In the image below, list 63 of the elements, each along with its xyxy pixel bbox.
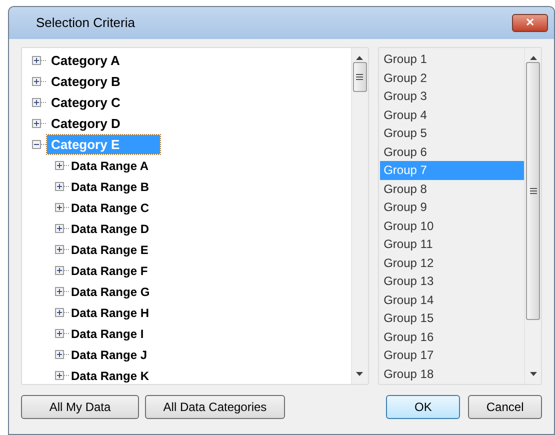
list-item[interactable]: Group 12 (380, 254, 524, 272)
grip-icon (530, 188, 536, 194)
tree-item[interactable]: Data Range A (70, 156, 150, 174)
expand-icon[interactable] (55, 371, 64, 380)
scroll-up-icon[interactable] (530, 56, 536, 60)
expand-icon[interactable] (55, 329, 64, 338)
expand-icon[interactable] (55, 266, 64, 275)
tree-item[interactable]: Data Range H (70, 304, 150, 322)
list-item[interactable]: Group 3 (380, 87, 524, 106)
cancel-button[interactable]: Cancel (468, 395, 542, 419)
expand-icon[interactable] (55, 203, 64, 212)
action-button[interactable]: All Data Categories (145, 395, 285, 419)
list-item[interactable]: Group 4 (380, 106, 524, 124)
scroll-down-icon[interactable] (356, 372, 364, 376)
expand-icon[interactable] (32, 77, 41, 86)
expand-icon[interactable] (55, 245, 64, 254)
tree-item[interactable]: Category B (47, 72, 124, 92)
tree-item[interactable]: Data Range B (70, 178, 150, 196)
scrollbar[interactable] (524, 48, 541, 384)
scroll-up-icon[interactable] (356, 56, 364, 60)
list-item[interactable]: Group 13 (380, 272, 524, 290)
expand-icon[interactable] (55, 308, 64, 317)
list-item[interactable]: Group 18 (380, 364, 524, 383)
collapse-icon[interactable] (32, 140, 41, 149)
list-item[interactable]: Group 14 (380, 290, 524, 309)
scroll-thumb[interactable] (526, 62, 540, 320)
tree-item[interactable]: Data Range F (70, 262, 149, 280)
list-item[interactable]: Group 8 (380, 180, 524, 198)
scroll-thumb[interactable] (352, 62, 367, 92)
action-button[interactable]: All My Data (21, 395, 139, 419)
list-item[interactable]: Group 11 (380, 235, 524, 254)
tree-item[interactable]: Data Range K (70, 366, 150, 384)
list-item[interactable]: Group 15 (380, 309, 524, 328)
expand-icon[interactable] (32, 98, 41, 107)
list-item[interactable]: Group 17 (380, 346, 524, 364)
tree-item[interactable]: Data Range D (70, 220, 150, 238)
expand-icon[interactable] (55, 182, 64, 191)
list-item[interactable]: Group 9 (380, 198, 524, 216)
scrollbar[interactable] (350, 48, 368, 384)
expand-icon[interactable] (32, 56, 41, 65)
tree-item[interactable]: Data Range E (70, 240, 150, 258)
list-item[interactable]: Group 5 (380, 124, 524, 142)
scroll-down-icon[interactable] (530, 372, 536, 376)
list-item[interactable]: Group 16 (380, 328, 524, 346)
expand-icon[interactable] (55, 287, 64, 296)
expand-icon[interactable] (55, 224, 64, 233)
grip-icon (356, 74, 364, 80)
tree-item[interactable]: Data Range J (70, 346, 148, 364)
list-item[interactable]: Group 2 (380, 68, 524, 87)
list-item[interactable]: Group 6 (380, 142, 524, 161)
tree-item[interactable]: Data Range G (70, 282, 151, 300)
expand-icon[interactable] (32, 119, 41, 128)
tree-item[interactable]: Data Range C (70, 198, 150, 216)
tree-item[interactable]: Category A (47, 50, 124, 70)
window-title: Selection Criteria (36, 14, 135, 32)
expand-icon[interactable] (55, 350, 64, 359)
ok-button[interactable]: OK (386, 395, 460, 419)
tree-item[interactable]: Category D (47, 114, 124, 134)
tree-item[interactable]: Data Range I (70, 324, 145, 342)
list-item[interactable]: Group 10 (380, 216, 524, 235)
list-item[interactable]: Group 1 (380, 50, 524, 68)
tree-item[interactable]: Category C (47, 92, 124, 112)
expand-icon[interactable] (55, 161, 64, 170)
